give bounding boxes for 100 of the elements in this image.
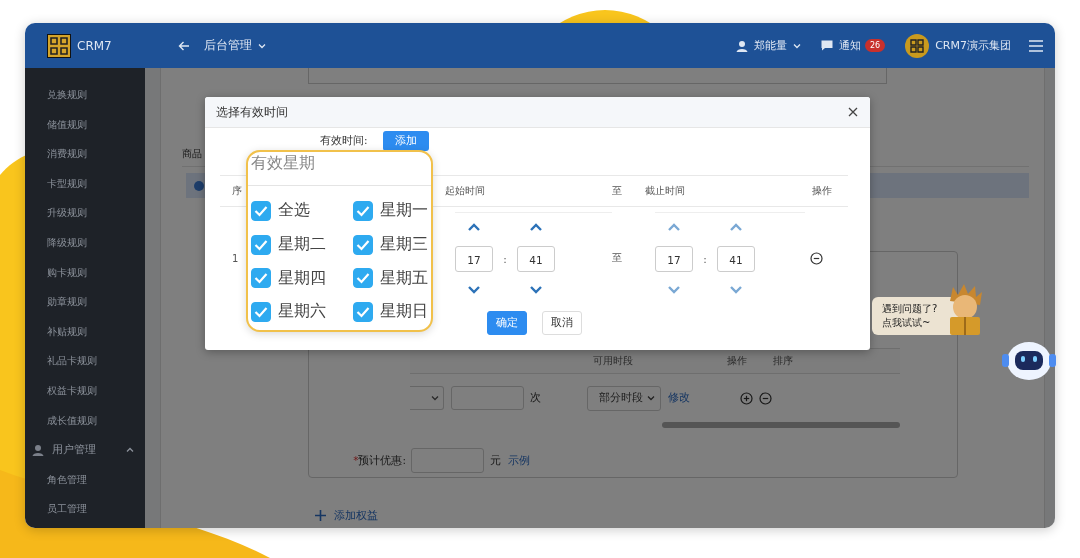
column-header: 序 (231, 184, 243, 198)
dialog-title: 选择有效时间 (216, 104, 288, 120)
checkbox-label: 星期二 (278, 234, 326, 256)
sidebar-item[interactable]: 降级规则 (25, 227, 145, 258)
chevron-up-icon[interactable] (468, 223, 480, 232)
notification-count: 26 (865, 39, 886, 52)
caret-icon (257, 42, 266, 49)
chevron-down-icon[interactable] (668, 285, 680, 294)
field-label: 有效时间: (320, 134, 369, 148)
organization-menu[interactable]: CRM7演示集团 (905, 33, 1011, 58)
unit-label: 元 (490, 453, 501, 468)
checkbox-label: 星期四 (278, 267, 326, 289)
discount-input[interactable] (411, 448, 484, 473)
add-circle-icon[interactable] (740, 391, 753, 405)
hour-input[interactable]: 17 (655, 245, 693, 272)
sidebar-item[interactable]: 卡型规则 (25, 168, 145, 199)
column-header: 排序 (773, 354, 793, 368)
checkbox[interactable] (353, 268, 373, 289)
sidebar-item[interactable]: 勋章规则 (25, 287, 145, 317)
sidebar-item[interactable]: 兑换规则 (25, 80, 145, 110)
back-arrow-icon[interactable] (177, 40, 190, 51)
confirm-button[interactable]: 确定 (486, 311, 527, 335)
remove-circle-icon[interactable] (810, 251, 823, 265)
sidebar-item[interactable]: 储值规则 (25, 109, 145, 140)
caret-icon (647, 395, 655, 401)
time-separator: : (703, 252, 707, 265)
section-menu[interactable]: 后台管理 (203, 37, 266, 54)
chevron-down-icon[interactable] (730, 285, 742, 294)
chevron-up-icon[interactable] (668, 223, 680, 232)
robot-icon[interactable] (1002, 340, 1056, 382)
field-label: 预计优惠: (358, 453, 406, 466)
checkbox[interactable] (251, 234, 271, 255)
app-name: CRM7 (77, 38, 112, 53)
checkbox[interactable] (353, 234, 373, 255)
sidebar-item[interactable]: 角色管理 (25, 464, 145, 495)
organization-avatar-icon (905, 33, 930, 58)
column-header: 起始时间 (445, 184, 486, 198)
table-cell-text: 至 (612, 251, 623, 265)
hour-input[interactable]: 17 (455, 245, 493, 272)
table-cell-text: 1 (231, 252, 240, 264)
column-header: 至 (612, 184, 623, 198)
sidebar-item[interactable]: 成长值规则 (25, 405, 145, 436)
checkbox-label: 星期一 (380, 200, 428, 222)
column-header: 可用时段 (593, 354, 634, 368)
chevron-down-icon[interactable] (468, 285, 480, 294)
close-icon[interactable] (848, 107, 858, 117)
sidebar-item[interactable]: 补贴规则 (25, 316, 145, 347)
plus-icon (315, 510, 326, 521)
caret-icon (431, 395, 439, 401)
checkbox[interactable] (251, 301, 271, 322)
checkbox[interactable] (251, 268, 271, 289)
sidebar-item[interactable]: 升级规则 (25, 198, 145, 228)
notifications-link[interactable]: 通知 26 (821, 38, 886, 53)
chat-icon (821, 40, 833, 51)
checkbox[interactable] (353, 200, 373, 221)
count-input[interactable] (451, 386, 524, 410)
checkbox-label: 星期日 (380, 301, 428, 323)
sidebar-item[interactable]: 权益卡规则 (25, 375, 145, 406)
sidebar-group[interactable]: 用户管理 (25, 435, 145, 465)
column-header: 操作 (811, 184, 833, 198)
menu-icon[interactable] (1029, 39, 1043, 52)
field-label: 商品 (182, 147, 202, 161)
add-benefit-link[interactable]: 添加权益 (315, 508, 1044, 523)
checkbox-label: 全选 (278, 200, 310, 222)
unit-label: 次 (530, 391, 542, 405)
select-field[interactable] (410, 386, 444, 410)
example-link[interactable]: 示例 (508, 453, 530, 468)
sidebar-item[interactable]: 消费规则 (25, 139, 145, 169)
help-text: 点我试试~ (882, 316, 932, 330)
user-icon (32, 443, 44, 456)
time-separator: : (503, 252, 507, 265)
info-icon (194, 180, 204, 191)
user-menu[interactable]: 郑能量 (736, 38, 801, 53)
chevron-up-icon[interactable] (530, 223, 542, 232)
caret-icon (793, 42, 801, 49)
user-icon (736, 39, 748, 52)
logo-icon (47, 33, 71, 58)
text-field[interactable] (308, 68, 887, 84)
callout-title: 有效星期 (248, 152, 431, 186)
minute-input[interactable]: 41 (717, 245, 755, 272)
checkbox[interactable] (353, 301, 373, 322)
add-button[interactable]: 添加 (383, 131, 429, 151)
required-mark: * (353, 453, 359, 466)
chevron-down-icon[interactable] (530, 285, 542, 294)
sidebar-item[interactable]: 礼品卡规则 (25, 346, 145, 376)
minute-input[interactable]: 41 (517, 245, 555, 272)
period-select[interactable]: 部分时段 (587, 385, 661, 411)
edit-link[interactable]: 修改 (668, 391, 690, 405)
checkbox-label: 星期六 (278, 301, 326, 323)
checkbox-label: 星期五 (380, 267, 428, 289)
cancel-button[interactable]: 取消 (541, 311, 582, 335)
column-header: 操作 (727, 354, 748, 368)
column-header: 截止时间 (645, 184, 686, 198)
checkbox[interactable] (251, 200, 271, 221)
chevron-up-icon[interactable] (730, 223, 742, 232)
scrollbar[interactable] (662, 422, 900, 428)
sidebar-item[interactable]: 员工管理 (25, 494, 145, 524)
checkbox-label: 星期三 (380, 234, 428, 256)
sidebar-item[interactable]: 购卡规则 (25, 257, 145, 288)
help-text: 遇到问题了? (882, 302, 939, 316)
